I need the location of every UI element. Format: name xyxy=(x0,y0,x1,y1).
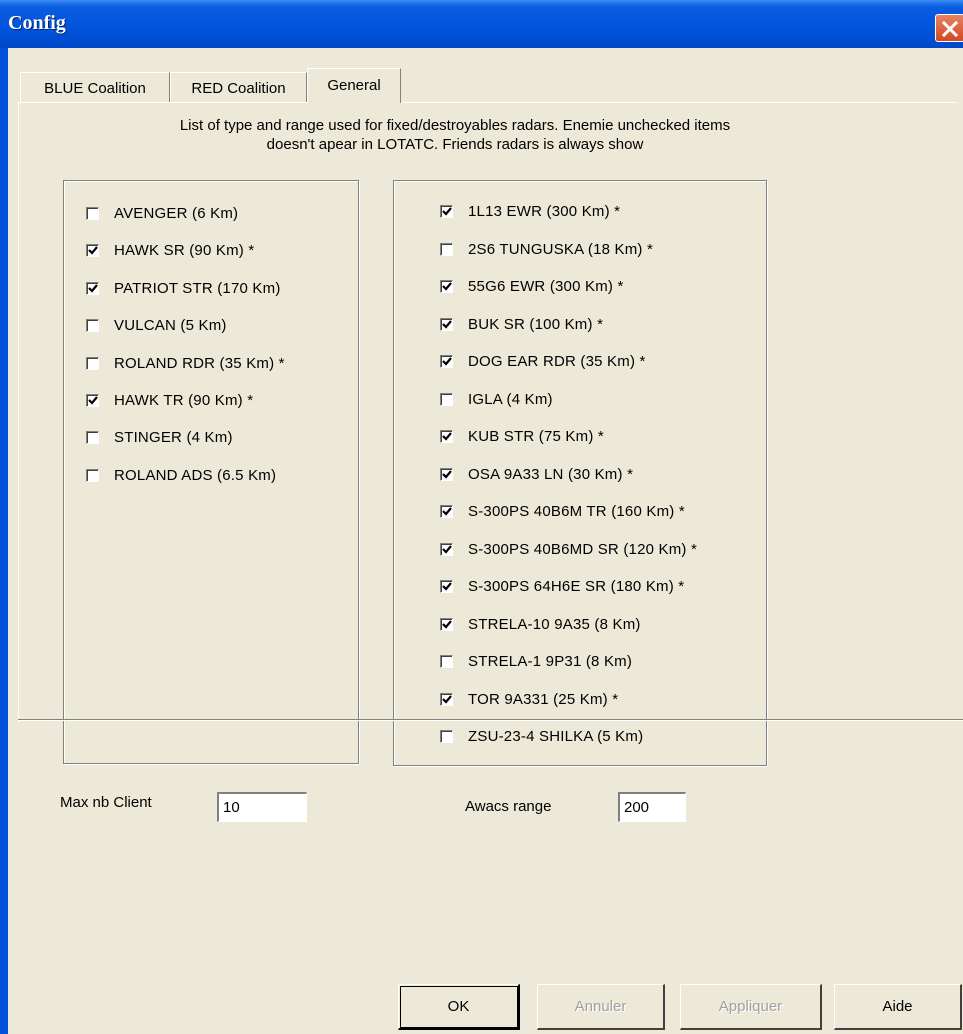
checkbox[interactable] xyxy=(440,467,453,481)
checkbox[interactable] xyxy=(440,317,453,331)
tab-red-coalition[interactable]: RED Coalition xyxy=(170,72,307,102)
checkbox[interactable] xyxy=(440,392,453,406)
checkmark-icon xyxy=(442,207,452,216)
checkbox[interactable] xyxy=(440,355,453,368)
checkmark-icon xyxy=(88,284,98,293)
checkbox[interactable] xyxy=(86,468,99,482)
checkbox[interactable] xyxy=(86,394,99,407)
max-client-input[interactable]: 10 xyxy=(217,792,307,822)
tab-blue-coalition[interactable]: BLUE Coalition xyxy=(20,72,170,102)
close-icon xyxy=(941,20,959,38)
description-line-1: List of type and range used for fixed/de… xyxy=(179,117,731,134)
title-bar[interactable]: Config xyxy=(0,0,963,48)
window-title: Config xyxy=(8,12,66,34)
description: List of type and range used for fixed/de… xyxy=(60,116,850,154)
window-frame-left xyxy=(0,48,8,1034)
description-line-2: doesn't apear in LOTATC. Friends radars … xyxy=(266,136,644,153)
cancel-button[interactable]: Annuler xyxy=(537,984,665,1030)
checkbox-label: S-300PS 64H6E SR (180 Km) * xyxy=(468,578,685,595)
checkbox[interactable] xyxy=(440,505,453,518)
checkbox-label: 1L13 EWR (300 Km) * xyxy=(468,203,621,220)
bottom-separator xyxy=(18,719,963,721)
checkbox[interactable] xyxy=(440,692,453,706)
checkbox[interactable] xyxy=(440,542,453,556)
checkmark-icon xyxy=(442,507,452,516)
checkbox-label: DOG EAR RDR (35 Km) * xyxy=(468,353,646,370)
checkbox[interactable] xyxy=(86,244,99,258)
checkmark-icon xyxy=(442,582,452,591)
checkbox-label: 2S6 TUNGUSKA (18 Km) * xyxy=(468,240,654,258)
max-client-label: Max nb Client xyxy=(60,794,152,811)
checkbox-label: HAWK SR (90 Km) * xyxy=(114,242,255,260)
checkmark-icon xyxy=(442,432,452,441)
checkbox-label: TOR 9A331 (25 Km) * xyxy=(468,690,619,708)
checkbox-label: S-300PS 40B6M TR (160 Km) * xyxy=(468,503,685,520)
checkbox-label: ROLAND ADS (6.5 Km) xyxy=(114,466,277,484)
tab-general[interactable]: General xyxy=(307,68,401,103)
checkbox-label: KUB STR (75 Km) * xyxy=(468,428,604,445)
checkbox[interactable] xyxy=(86,281,99,295)
checkbox-label: AVENGER (6 Km) xyxy=(114,205,239,222)
config-window: Config BLUE Coalition RED Coalition Gene… xyxy=(0,0,963,1034)
checkmark-icon xyxy=(442,619,452,629)
awacs-range-input[interactable]: 200 xyxy=(618,792,686,822)
checkmark-icon xyxy=(442,357,452,366)
close-button[interactable] xyxy=(935,14,963,42)
checkbox-label: S-300PS 40B6MD SR (120 Km) * xyxy=(468,540,698,558)
checkbox[interactable] xyxy=(440,580,453,593)
checkbox[interactable] xyxy=(440,205,453,218)
help-button[interactable]: Aide xyxy=(834,984,962,1030)
checkmark-icon xyxy=(88,396,98,405)
checkbox[interactable] xyxy=(86,356,99,370)
checkbox-label: STRELA-1 9P31 (8 Km) xyxy=(468,653,633,670)
checkbox-label: 55G6 EWR (300 Km) * xyxy=(468,278,624,295)
checkbox[interactable] xyxy=(440,242,453,256)
checkbox[interactable] xyxy=(440,655,453,668)
checkbox[interactable] xyxy=(440,280,453,293)
awacs-range-label: Awacs range xyxy=(465,798,552,815)
checkmark-icon xyxy=(442,319,452,329)
checkbox-label: HAWK TR (90 Km) * xyxy=(114,392,254,409)
checkbox[interactable] xyxy=(86,207,99,220)
checkmark-icon xyxy=(442,469,452,479)
checkbox[interactable] xyxy=(86,319,99,333)
checkmark-icon xyxy=(442,544,452,554)
checkbox-label: VULCAN (5 Km) xyxy=(114,317,227,335)
checkbox-label: ZSU-23-4 SHILKA (5 Km) xyxy=(468,728,644,745)
checkbox[interactable] xyxy=(440,617,453,631)
checkbox-label: PATRIOT STR (170 Km) xyxy=(114,279,281,297)
checkmark-icon xyxy=(442,694,452,704)
ok-button[interactable]: OK xyxy=(398,984,520,1030)
apply-button[interactable]: Appliquer xyxy=(680,984,822,1030)
checkbox-label: STINGER (4 Km) xyxy=(114,429,233,447)
checkbox-label: OSA 9A33 LN (30 Km) * xyxy=(468,465,634,483)
checkbox[interactable] xyxy=(440,430,453,443)
checkbox[interactable] xyxy=(440,730,453,743)
checkbox[interactable] xyxy=(86,431,99,445)
checkbox-label: STRELA-10 9A35 (8 Km) xyxy=(468,615,641,633)
checkbox-label: BUK SR (100 Km) * xyxy=(468,315,604,333)
checkbox-label: IGLA (4 Km) xyxy=(468,390,553,408)
checkbox-label: ROLAND RDR (35 Km) * xyxy=(114,354,285,372)
checkmark-icon xyxy=(442,282,452,291)
checkmark-icon xyxy=(88,246,98,256)
